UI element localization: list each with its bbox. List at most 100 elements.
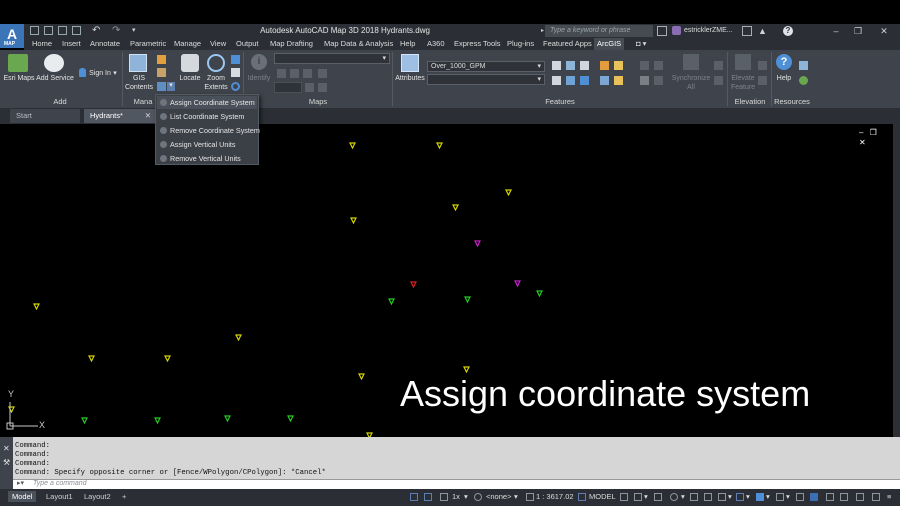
attributes-label[interactable]: Attributes	[394, 75, 426, 83]
zoom-extents-label-1[interactable]: Zoom	[202, 75, 230, 83]
units-icon[interactable]	[810, 493, 818, 501]
add-feature-icon[interactable]	[566, 76, 575, 85]
help-resource-label[interactable]: Help	[772, 75, 796, 83]
user-account-icon[interactable]	[672, 26, 681, 35]
scale-icon[interactable]	[526, 493, 534, 501]
coordinate-system-status-icon[interactable]	[474, 493, 482, 501]
tab-a360[interactable]: A360	[427, 38, 445, 50]
command-prompt-icon[interactable]: ▸▾	[17, 480, 29, 488]
annotation-monitor-icon[interactable]	[796, 493, 804, 501]
annotation-scale-dropdown-icon[interactable]: ▾	[464, 490, 468, 504]
lock-icon[interactable]	[578, 493, 586, 501]
layout-tab-layout1[interactable]: Layout1	[42, 491, 77, 502]
map-selector-dropdown[interactable]: ▾	[274, 53, 390, 64]
snap-icon[interactable]	[424, 493, 432, 501]
isodraft-icon[interactable]	[690, 493, 698, 501]
help-search-input[interactable]: Type a keyword or phrase	[545, 25, 653, 37]
restore-icon[interactable]: ❐	[848, 25, 868, 37]
point-icon[interactable]	[552, 76, 561, 85]
ortho-icon[interactable]	[654, 493, 662, 501]
esri-maps-label[interactable]: Esri Maps	[2, 75, 36, 83]
command-line-handle[interactable]: ✕ ⚒	[0, 437, 13, 489]
user-name[interactable]: estricklerZME...	[684, 25, 736, 37]
previous-view-icon[interactable]	[231, 55, 240, 64]
doc-tab-hydrants[interactable]: Hydrants* ✕	[84, 109, 156, 123]
coordinate-system-dropdown-icon[interactable]: ▾	[167, 82, 175, 91]
undo-icon[interactable]: ↶	[92, 25, 104, 37]
clean-screen-icon[interactable]	[872, 493, 880, 501]
esri-maps-icon[interactable]	[8, 54, 28, 72]
pan-hand-icon[interactable]	[231, 68, 240, 77]
coordinate-system-value[interactable]: <none>	[486, 490, 511, 504]
filter-icon[interactable]	[580, 61, 589, 70]
object-snap-tracking-icon[interactable]	[704, 493, 712, 501]
tab-output[interactable]: Output	[236, 38, 259, 50]
tab-express-tools[interactable]: Express Tools	[454, 38, 501, 50]
close-command-line-icon[interactable]: ✕	[3, 445, 10, 453]
menu-item-assign-vertical-units[interactable]: Assign Vertical Units	[157, 138, 257, 151]
tab-map-data-analysis[interactable]: Map Data & Analysis	[324, 38, 393, 50]
select-features-icon[interactable]	[566, 61, 575, 70]
refresh-icon[interactable]	[157, 55, 166, 64]
feature-template-dropdown[interactable]: ▾	[427, 74, 545, 85]
coordinate-system-dropdown-icon[interactable]: ▾	[514, 490, 518, 504]
snap-dropdown-icon[interactable]: ▾	[644, 490, 648, 504]
grid-display-icon[interactable]	[620, 493, 628, 501]
exchange-apps-icon[interactable]	[742, 26, 752, 36]
redo-icon[interactable]: ↷	[112, 25, 124, 37]
tab-help[interactable]: Help	[400, 38, 415, 50]
polar-tracking-icon[interactable]	[670, 493, 678, 501]
sign-in-dropdown-icon[interactable]: ▾	[112, 70, 118, 78]
layout-tab-model[interactable]: Model	[8, 491, 37, 502]
open-file-icon[interactable]	[44, 26, 53, 35]
application-menu-button[interactable]: A MAP	[0, 24, 24, 48]
close-icon[interactable]: ✕	[874, 25, 894, 37]
sign-in-label[interactable]: Sign In	[88, 70, 112, 78]
selection-dropdown-icon[interactable]: ▾	[766, 490, 770, 504]
folder-icon[interactable]	[614, 61, 623, 70]
polar-dropdown-icon[interactable]: ▾	[681, 490, 685, 504]
layout-tab-layout2[interactable]: Layout2	[80, 491, 115, 502]
tab-map-drafting[interactable]: Map Drafting	[270, 38, 313, 50]
qat-customize-icon[interactable]: ▾	[132, 25, 140, 37]
ribbon-display-toggle-icon[interactable]: ◘ ▾	[636, 38, 646, 50]
menu-item-list-coordinate-system[interactable]: List Coordinate System	[157, 110, 257, 123]
tab-parametric[interactable]: Parametric	[130, 38, 166, 50]
edit-feature-icon[interactable]	[580, 76, 589, 85]
sign-in-icon[interactable]	[79, 68, 86, 77]
edit-attributes-icon[interactable]	[600, 61, 609, 70]
gizmo-dropdown-icon[interactable]: ▾	[786, 490, 790, 504]
print-icon[interactable]	[72, 26, 81, 35]
command-input[interactable]	[13, 479, 900, 489]
grid-icon[interactable]	[410, 493, 418, 501]
annotation-visibility-icon[interactable]	[440, 493, 448, 501]
gizmo-icon[interactable]	[776, 493, 784, 501]
tab-arcgis[interactable]: ArcGIS	[594, 38, 625, 50]
doc-tab-close-icon[interactable]: ✕	[145, 109, 151, 123]
lineweight-dropdown-icon[interactable]: ▾	[746, 490, 750, 504]
workspace-gear-icon[interactable]	[840, 493, 848, 501]
tab-manage[interactable]: Manage	[174, 38, 201, 50]
model-space-label[interactable]: MODEL	[589, 490, 616, 504]
lineweight-icon[interactable]	[736, 493, 744, 501]
menu-item-remove-vertical-units[interactable]: Remove Vertical Units	[157, 152, 257, 165]
zoom-extents-label-2[interactable]: Extents	[202, 84, 230, 92]
gis-contents-label-1[interactable]: GIS	[126, 75, 152, 83]
tab-featured-apps[interactable]: Featured Apps	[543, 38, 592, 50]
resource-link-icon[interactable]	[799, 61, 808, 70]
customize-status-bar-icon[interactable]: ≡	[887, 490, 891, 504]
viewport-controls-icon[interactable]: – ❐ ✕	[859, 128, 891, 147]
stay-connected-icon[interactable]: ▲	[758, 25, 770, 37]
annotation-scale[interactable]: 1x	[452, 490, 460, 504]
gis-contents-label-2[interactable]: Contents	[122, 84, 156, 92]
attributes-icon[interactable]	[401, 54, 419, 72]
isolate-objects-icon[interactable]	[856, 493, 864, 501]
add-layout-button[interactable]: +	[118, 491, 130, 502]
wrench-icon[interactable]: ⚒	[3, 459, 10, 467]
minimize-icon[interactable]: –	[826, 25, 846, 37]
save-icon[interactable]	[58, 26, 67, 35]
warning-icon[interactable]	[826, 493, 834, 501]
add-service-icon[interactable]	[44, 54, 64, 72]
layers-icon[interactable]	[600, 76, 609, 85]
tab-home[interactable]: Home	[32, 38, 52, 50]
